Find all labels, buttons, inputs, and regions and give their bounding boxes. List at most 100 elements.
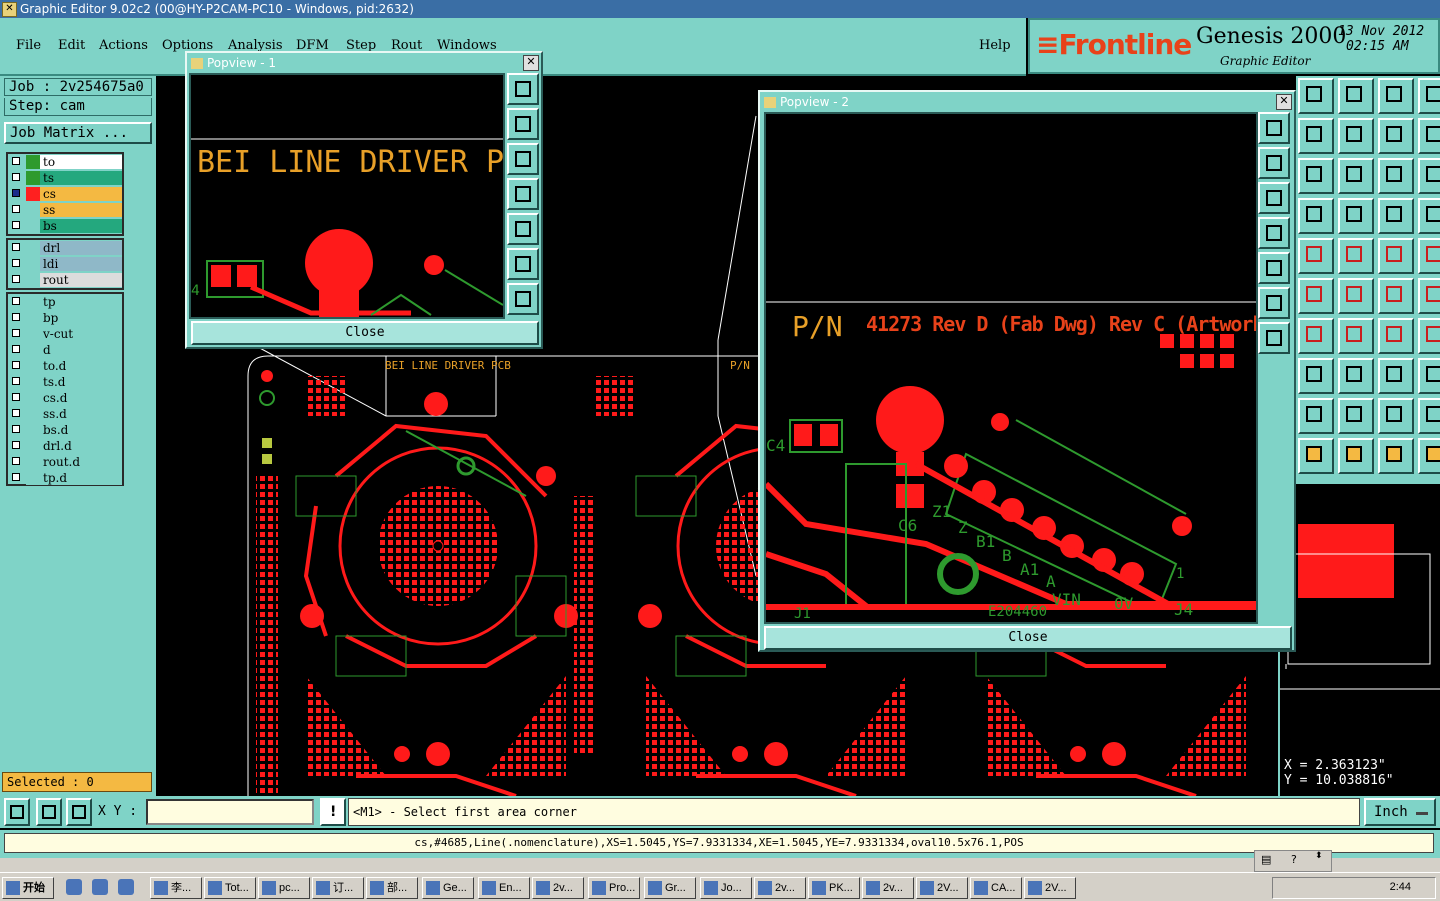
layer-color-swatch[interactable] — [26, 375, 40, 389]
taskbar-item[interactable]: Gr... — [644, 877, 696, 899]
layer-checkbox[interactable] — [12, 393, 20, 401]
alert-button[interactable]: ! — [320, 798, 346, 826]
layer-checkbox[interactable] — [12, 275, 20, 283]
zoom-down-button[interactable] — [507, 143, 539, 175]
taskbar-item[interactable]: 订... — [312, 877, 364, 899]
net-tool-button[interactable] — [1338, 278, 1374, 314]
layer-to[interactable]: to — [8, 154, 122, 170]
popview-1-close-button[interactable]: Close — [191, 321, 539, 345]
layer-checkbox[interactable] — [12, 259, 20, 267]
zoom-up-button[interactable] — [1258, 147, 1290, 179]
taskbar-item[interactable]: pc... — [258, 877, 310, 899]
arrow-tool-button[interactable] — [1338, 398, 1374, 434]
zoom-up-button[interactable] — [507, 108, 539, 140]
mark-tool-button[interactable] — [1378, 278, 1414, 314]
tray-buttons[interactable]: ▤ ? ⬍ — [1254, 850, 1332, 872]
frame-tool-button[interactable] — [1418, 318, 1440, 354]
popview-1-titlebar[interactable]: Popview - 1 ✕ — [189, 55, 539, 71]
layer-checkbox[interactable] — [12, 189, 20, 197]
line-tool-button[interactable] — [1298, 358, 1334, 394]
layer-rout[interactable]: rout — [8, 272, 122, 288]
menu-file[interactable]: File — [16, 38, 41, 53]
layer-color-swatch[interactable] — [26, 155, 40, 169]
layer-checkbox[interactable] — [12, 205, 20, 213]
layer-color-swatch[interactable] — [26, 171, 40, 185]
layer-checkbox[interactable] — [12, 313, 20, 321]
pan-tool-button[interactable] — [1338, 118, 1374, 154]
measure-button[interactable] — [36, 798, 62, 826]
layer-d[interactable]: d — [8, 342, 122, 358]
fit-all-button[interactable] — [1258, 287, 1290, 319]
fit-all-button[interactable] — [507, 248, 539, 280]
layer-color-swatch[interactable] — [26, 219, 40, 233]
arc-tool-button[interactable] — [1418, 278, 1440, 314]
layer-color-swatch[interactable] — [26, 327, 40, 341]
layer-drl-d[interactable]: drl.d — [8, 438, 122, 454]
ie-icon[interactable] — [66, 879, 82, 895]
draw-tool-button[interactable] — [1298, 238, 1334, 274]
taskbar-item[interactable]: 2V... — [1024, 877, 1076, 899]
popview-2-close-button[interactable]: Close — [764, 626, 1292, 650]
zoom-window-button[interactable] — [507, 73, 539, 105]
start-button[interactable]: 开始 — [2, 877, 54, 899]
layer-checkbox[interactable] — [12, 297, 20, 305]
layer-tp[interactable]: tp — [8, 294, 122, 310]
zoom-left-button[interactable] — [507, 178, 539, 210]
move-tool-button[interactable] — [1338, 318, 1374, 354]
taskbar-item[interactable]: PK... — [808, 877, 860, 899]
zoom-in-tool-button[interactable] — [1298, 438, 1334, 474]
snap-tool-button[interactable] — [1418, 118, 1440, 154]
home-tool-button[interactable] — [1378, 78, 1414, 114]
zoom-in-tool-button[interactable] — [1298, 78, 1334, 114]
media-icon[interactable] — [118, 879, 134, 895]
zoom-left-button[interactable] — [1258, 217, 1290, 249]
taskbar-item[interactable]: 李... — [150, 877, 202, 899]
xy-input[interactable] — [146, 799, 314, 825]
taskbar-item[interactable]: 2v... — [862, 877, 914, 899]
area-tool-button[interactable] — [1338, 358, 1374, 394]
layer-checkbox[interactable] — [12, 243, 20, 251]
taskbar-item[interactable]: 部... — [366, 877, 418, 899]
zoom-down-button[interactable] — [1258, 182, 1290, 214]
popview-2-view[interactable]: P/N 41273 Rev D (Fab Dwg) Rev C (Artwork… — [764, 112, 1258, 624]
layer-checkbox[interactable] — [12, 425, 20, 433]
zoom-right-button[interactable] — [507, 213, 539, 245]
layer-color-swatch[interactable] — [26, 187, 40, 201]
close-icon[interactable]: ✕ — [523, 55, 539, 71]
layer-color-swatch[interactable] — [26, 359, 40, 373]
taskbar-item[interactable]: CA... — [970, 877, 1022, 899]
filter-tool-button[interactable] — [1418, 198, 1440, 234]
layer-bs-d[interactable]: bs.d — [8, 422, 122, 438]
layer-checkbox[interactable] — [12, 361, 20, 369]
layer-checkbox[interactable] — [12, 473, 20, 481]
pointer-tool-button[interactable] — [1298, 398, 1334, 434]
help-icon[interactable]: ? — [1291, 853, 1297, 866]
layer-checkbox[interactable] — [12, 221, 20, 229]
layer-to-d[interactable]: to.d — [8, 358, 122, 374]
fit-tool-button[interactable] — [1298, 118, 1334, 154]
menu-edit[interactable]: Edit — [58, 38, 85, 53]
zoom-area-button[interactable] — [4, 798, 30, 826]
measure-tool-button[interactable] — [1418, 398, 1440, 434]
layer-ts[interactable]: ts — [8, 170, 122, 186]
layer-color-swatch[interactable] — [26, 295, 40, 309]
layer-color-swatch[interactable] — [26, 471, 40, 485]
layer-v-cut[interactable]: v-cut — [8, 326, 122, 342]
feature-tool-button[interactable] — [1378, 198, 1414, 234]
grid-tool-button[interactable] — [1338, 198, 1374, 234]
taskbar-item[interactable]: 2V... — [916, 877, 968, 899]
surface-tool-button[interactable] — [1378, 358, 1414, 394]
resize-tool-button[interactable] — [1378, 318, 1414, 354]
unit-selector[interactable]: Inch — [1364, 798, 1436, 826]
layer-checkbox[interactable] — [12, 457, 20, 465]
zoom-home-tool-button[interactable] — [1338, 78, 1374, 114]
layer-cs-d[interactable]: cs.d — [8, 390, 122, 406]
layer-checkbox[interactable] — [12, 409, 20, 417]
zoom-window-button[interactable] — [1258, 112, 1290, 144]
step-tool-button[interactable] — [1378, 118, 1414, 154]
popview-1-view[interactable]: 4 BEI LINE DRIVER PCB — [189, 73, 505, 319]
layer-color-swatch[interactable] — [26, 407, 40, 421]
layers-tool-button[interactable] — [1418, 158, 1440, 194]
layer-bs[interactable]: bs — [8, 218, 122, 234]
taskbar-item[interactable]: Pro... — [588, 877, 640, 899]
